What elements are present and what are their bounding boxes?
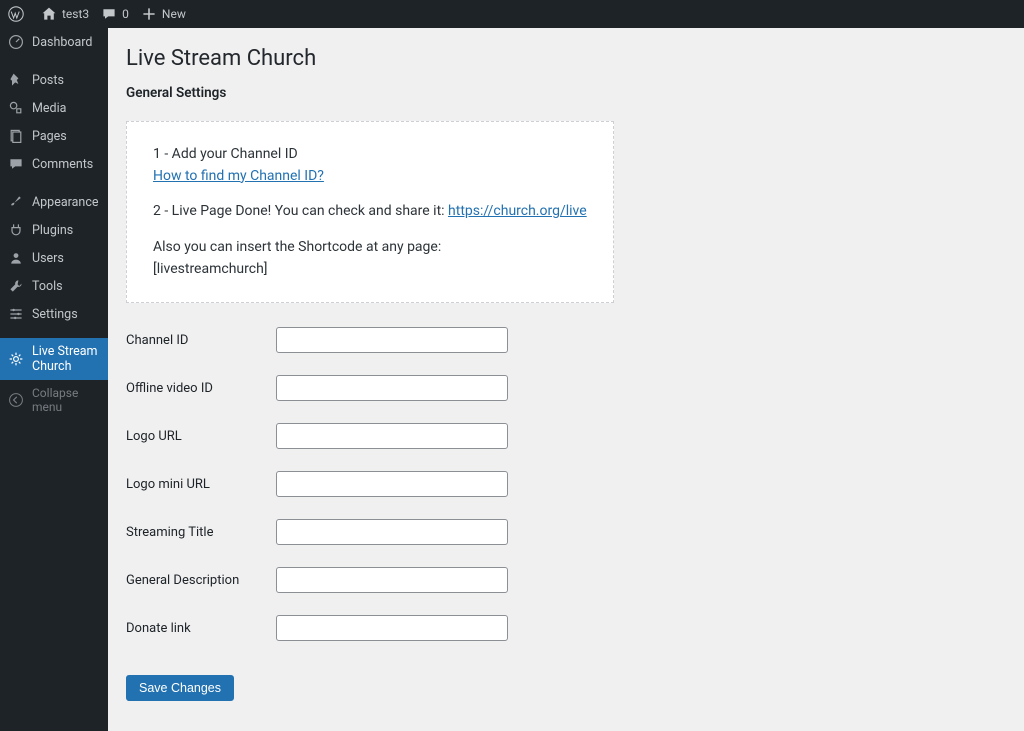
admin-sidebar: Dashboard Posts Media Pages Comments xyxy=(0,28,108,731)
instruction-step2-prefix: 2 - Live Page Done! You can check and sh… xyxy=(153,203,448,219)
instructions-box: 1 - Add your Channel ID How to find my C… xyxy=(126,121,614,303)
field-donate-link: Donate link xyxy=(126,615,1006,641)
field-label: Streaming Title xyxy=(126,525,276,540)
wordpress-icon xyxy=(8,6,24,22)
sidebar-separator xyxy=(0,178,108,188)
plug-icon xyxy=(8,222,24,238)
shortcode-intro: Also you can insert the Shortcode at any… xyxy=(153,239,441,255)
sidebar-item-plugins[interactable]: Plugins xyxy=(0,216,108,244)
sidebar-item-label: Comments xyxy=(32,157,93,172)
field-offline-video-id: Offline video ID xyxy=(126,375,1006,401)
comments-icon xyxy=(8,156,24,172)
field-logo-mini-url: Logo mini URL xyxy=(126,471,1006,497)
sidebar-item-comments[interactable]: Comments xyxy=(0,150,108,178)
comments-count: 0 xyxy=(122,7,129,21)
sidebar-item-label: Posts xyxy=(32,73,64,88)
field-label: Channel ID xyxy=(126,333,276,348)
sidebar-item-posts[interactable]: Posts xyxy=(0,66,108,94)
collapse-menu-button[interactable]: Collapse menu xyxy=(0,380,108,420)
pages-icon xyxy=(8,128,24,144)
sidebar-separator xyxy=(0,328,108,338)
field-label: Logo mini URL xyxy=(126,477,276,492)
field-streaming-title: Streaming Title xyxy=(126,519,1006,545)
streaming-title-input[interactable] xyxy=(276,519,508,545)
sidebar-item-users[interactable]: Users xyxy=(0,244,108,272)
sidebar-item-label: Settings xyxy=(32,307,78,322)
sidebar-item-label: Appearance xyxy=(32,195,99,210)
new-label: New xyxy=(162,7,186,21)
sidebar-item-label: Media xyxy=(32,101,66,116)
plus-icon xyxy=(141,6,157,22)
find-channel-id-link[interactable]: How to find my Channel ID? xyxy=(153,168,324,184)
sidebar-item-live-stream-church[interactable]: Live Stream Church xyxy=(0,338,108,380)
dashboard-icon xyxy=(8,34,24,50)
sidebar-item-appearance[interactable]: Appearance xyxy=(0,188,108,216)
sidebar-item-label: Users xyxy=(32,251,64,266)
section-title: General Settings xyxy=(126,85,1006,101)
site-name-link[interactable]: test3 xyxy=(41,6,89,22)
comment-icon xyxy=(101,6,117,22)
page-title: Live Stream Church xyxy=(126,46,1006,71)
new-content-link[interactable]: New xyxy=(141,6,186,22)
logo-mini-url-input[interactable] xyxy=(276,471,508,497)
logo-url-input[interactable] xyxy=(276,423,508,449)
home-icon xyxy=(41,6,57,22)
sidebar-item-label: Live Stream Church xyxy=(32,344,100,374)
comments-link[interactable]: 0 xyxy=(101,6,129,22)
sidebar-item-media[interactable]: Media xyxy=(0,94,108,122)
offline-video-id-input[interactable] xyxy=(276,375,508,401)
sidebar-item-dashboard[interactable]: Dashboard xyxy=(0,28,108,56)
site-name-text: test3 xyxy=(62,7,89,21)
sidebar-item-pages[interactable]: Pages xyxy=(0,122,108,150)
sliders-icon xyxy=(8,306,24,322)
brush-icon xyxy=(8,194,24,210)
field-channel-id: Channel ID xyxy=(126,327,1006,353)
channel-id-input[interactable] xyxy=(276,327,508,353)
sidebar-item-tools[interactable]: Tools xyxy=(0,272,108,300)
sidebar-item-label: Dashboard xyxy=(32,35,92,50)
shortcode-text: [livestreamchurch] xyxy=(153,261,268,277)
field-label: Donate link xyxy=(126,621,276,636)
donate-link-input[interactable] xyxy=(276,615,508,641)
sidebar-item-label: Plugins xyxy=(32,223,73,238)
media-icon xyxy=(8,100,24,116)
field-label: General Description xyxy=(126,573,276,588)
sidebar-item-label: Tools xyxy=(32,279,63,294)
field-general-description: General Description xyxy=(126,567,1006,593)
admin-toolbar: test3 0 New xyxy=(0,0,1024,28)
instruction-step1: 1 - Add your Channel ID xyxy=(153,146,298,162)
general-description-input[interactable] xyxy=(276,567,508,593)
pin-icon xyxy=(8,72,24,88)
sidebar-item-label: Pages xyxy=(32,129,67,144)
wp-logo[interactable] xyxy=(8,6,29,22)
collapse-label: Collapse menu xyxy=(32,386,100,414)
wrench-icon xyxy=(8,278,24,294)
sidebar-separator xyxy=(0,56,108,66)
live-page-link[interactable]: https://church.org/live xyxy=(448,203,587,219)
gear-icon xyxy=(8,351,24,367)
main-content: Live Stream Church General Settings 1 - … xyxy=(108,28,1024,731)
save-changes-button[interactable]: Save Changes xyxy=(126,675,234,701)
user-icon xyxy=(8,250,24,266)
field-logo-url: Logo URL xyxy=(126,423,1006,449)
field-label: Offline video ID xyxy=(126,381,276,396)
sidebar-item-settings[interactable]: Settings xyxy=(0,300,108,328)
field-label: Logo URL xyxy=(126,429,276,444)
collapse-icon xyxy=(8,392,24,408)
